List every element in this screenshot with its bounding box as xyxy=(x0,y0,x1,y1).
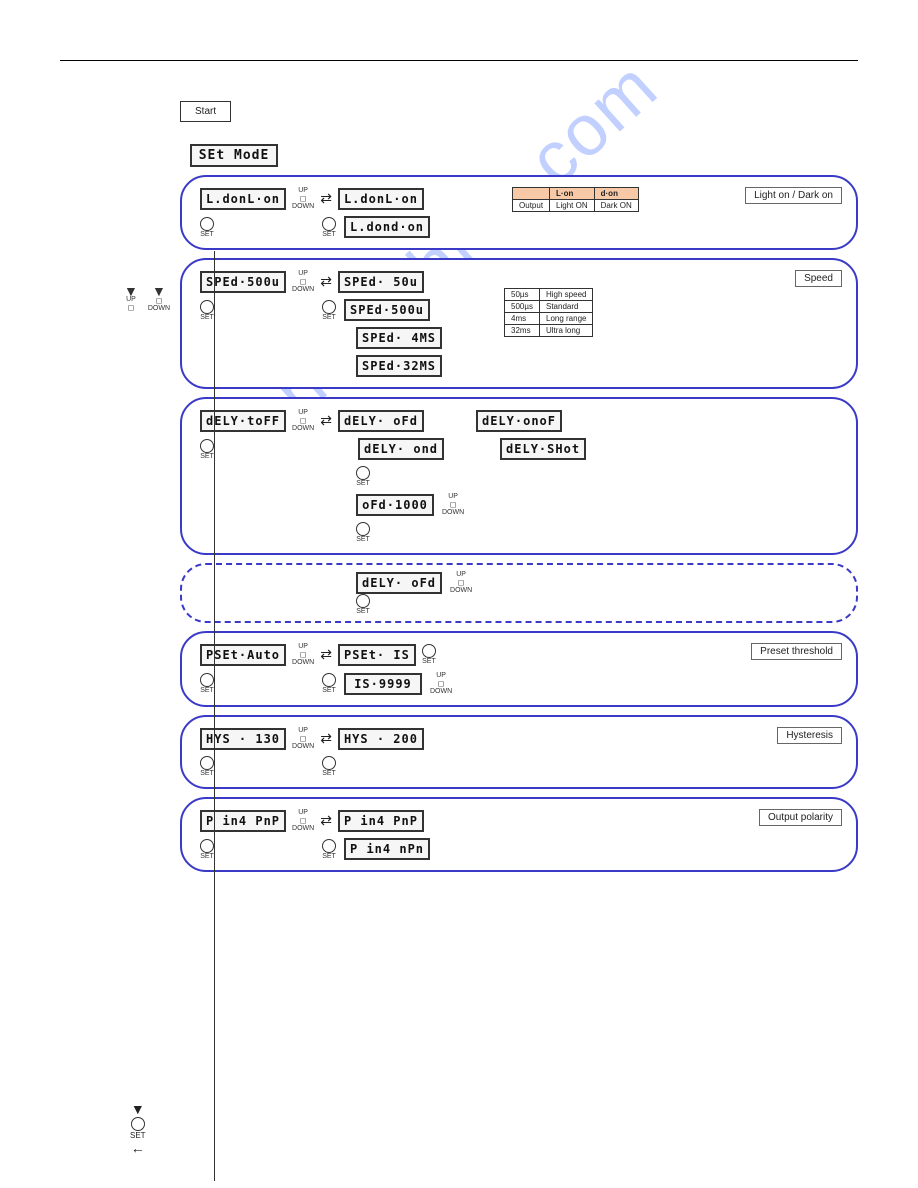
lcd-pinp-opt1: P in4 PnP xyxy=(338,810,424,832)
panel-label: Preset threshold xyxy=(751,643,842,660)
set-button-icon[interactable]: SET xyxy=(356,594,370,615)
panel-delay-sub: dELY· oFd UP◻DOWN SET xyxy=(180,563,858,623)
left-up-down-buttons: ▼UP◻ ▼◻DOWN xyxy=(124,286,170,312)
lcd-speed-opt3: SPEd· 4MS xyxy=(356,327,442,349)
lcd-delay-ond: dELY· ond xyxy=(358,438,444,460)
lcd-pset-opt: PSEt· IS xyxy=(338,644,416,666)
panel-label: Light on / Dark on xyxy=(745,187,842,204)
set-button-icon[interactable]: SET xyxy=(322,756,336,777)
lcd-pset-val: IS·9999 xyxy=(344,673,422,695)
panel-label: Output polarity xyxy=(759,809,842,826)
set-button-icon[interactable]: SET xyxy=(200,839,214,860)
panel-label: Hysteresis xyxy=(777,727,842,744)
set-button-icon[interactable]: SET xyxy=(322,673,336,694)
updown-icon: UP◻DOWN xyxy=(450,571,472,594)
panel-output-polarity: Output polarity P in4 PnP UP◻DOWN ⇄ P in… xyxy=(180,797,858,872)
set-button-icon[interactable]: SET xyxy=(322,839,336,860)
set-button-icon[interactable]: SET xyxy=(322,217,336,238)
main-flow-line xyxy=(214,251,216,1181)
lcd-ldon-opt1: L.donL·on xyxy=(338,188,424,210)
lcd-hys-opt: HYS · 200 xyxy=(338,728,424,750)
lcd-delay-value: oFd·1000 xyxy=(356,494,434,516)
panel-hysteresis: Hysteresis HYS · 130 UP◻DOWN ⇄ HYS · 200… xyxy=(180,715,858,789)
updown-icon: UP◻DOWN xyxy=(430,672,452,695)
updown-icon: UP◻DOWN xyxy=(292,409,314,432)
lcd-speed-opt2: SPEd·500u xyxy=(344,299,430,321)
updown-icon: UP◻DOWN xyxy=(292,270,314,293)
lcd-set-mode: SEt ModE xyxy=(190,144,278,167)
start-box: Start xyxy=(180,101,231,122)
lcd-ldon-main: L.donL·on xyxy=(200,188,286,210)
panel-delay: dELY·toFF UP◻DOWN ⇄ dELY· oFd dELY·onoF … xyxy=(180,397,858,555)
updown-icon: UP◻DOWN xyxy=(292,727,314,750)
updown-icon: UP◻DOWN xyxy=(292,643,314,666)
panel-label: Speed xyxy=(795,270,842,287)
set-button-icon[interactable]: SET xyxy=(200,300,214,321)
lcd-delay-main: dELY·toFF xyxy=(200,410,286,432)
set-button-icon[interactable]: SET xyxy=(322,300,336,321)
panel-speed: Speed SPEd·500u UP◻DOWN ⇄ SPEd· 50u SET … xyxy=(180,258,858,389)
set-button-icon[interactable]: SET xyxy=(356,466,370,487)
lcd-speed-main: SPEd·500u xyxy=(200,271,286,293)
up-arrow-icon: ▼UP◻ xyxy=(124,286,138,312)
updown-icon: UP◻DOWN xyxy=(442,493,464,516)
lcd-pset-main: PSEt·Auto xyxy=(200,644,286,666)
updown-icon: UP◻DOWN xyxy=(292,809,314,832)
lcd-delay-shot: dELY·SHot xyxy=(500,438,586,460)
lcd-hys-main: HYS · 130 xyxy=(200,728,286,750)
set-button-icon[interactable]: SET xyxy=(200,756,214,777)
lcd-delay-ofd: dELY· oFd xyxy=(338,410,424,432)
set-button-icon[interactable]: SET xyxy=(422,644,436,665)
lcd-speed-opt1: SPEd· 50u xyxy=(338,271,424,293)
set-button-icon[interactable]: SET xyxy=(200,673,214,694)
lcd-delay-onof: dELY·onoF xyxy=(476,410,562,432)
table-light-dark: L·ond·on OutputLight ONDark ON xyxy=(512,187,639,212)
lcd-delay-sub: dELY· oFd xyxy=(356,572,442,594)
table-speed: 50µsHigh speed 500µsStandard 4msLong ran… xyxy=(504,288,593,337)
lcd-pinp-main: P in4 PnP xyxy=(200,810,286,832)
lcd-pinp-opt2: P in4 nPn xyxy=(344,838,430,860)
updown-icon: UP◻DOWN xyxy=(292,187,314,210)
panel-preset: Preset threshold PSEt·Auto UP◻DOWN ⇄ PSE… xyxy=(180,631,858,707)
set-button-icon[interactable]: SET xyxy=(200,439,214,460)
lcd-speed-opt4: SPEd·32MS xyxy=(356,355,442,377)
lcd-ldon-opt2: L.dond·on xyxy=(344,216,430,238)
set-button-icon[interactable]: SET xyxy=(356,522,370,543)
set-button-icon[interactable]: SET xyxy=(200,217,214,238)
down-arrow-icon: ▼◻DOWN xyxy=(148,286,170,312)
left-set-button[interactable]: ▼ SET ← xyxy=(130,1101,146,1156)
panel-light-dark: Light on / Dark on L.donL·on UP◻DOWN ⇄ L… xyxy=(180,175,858,250)
